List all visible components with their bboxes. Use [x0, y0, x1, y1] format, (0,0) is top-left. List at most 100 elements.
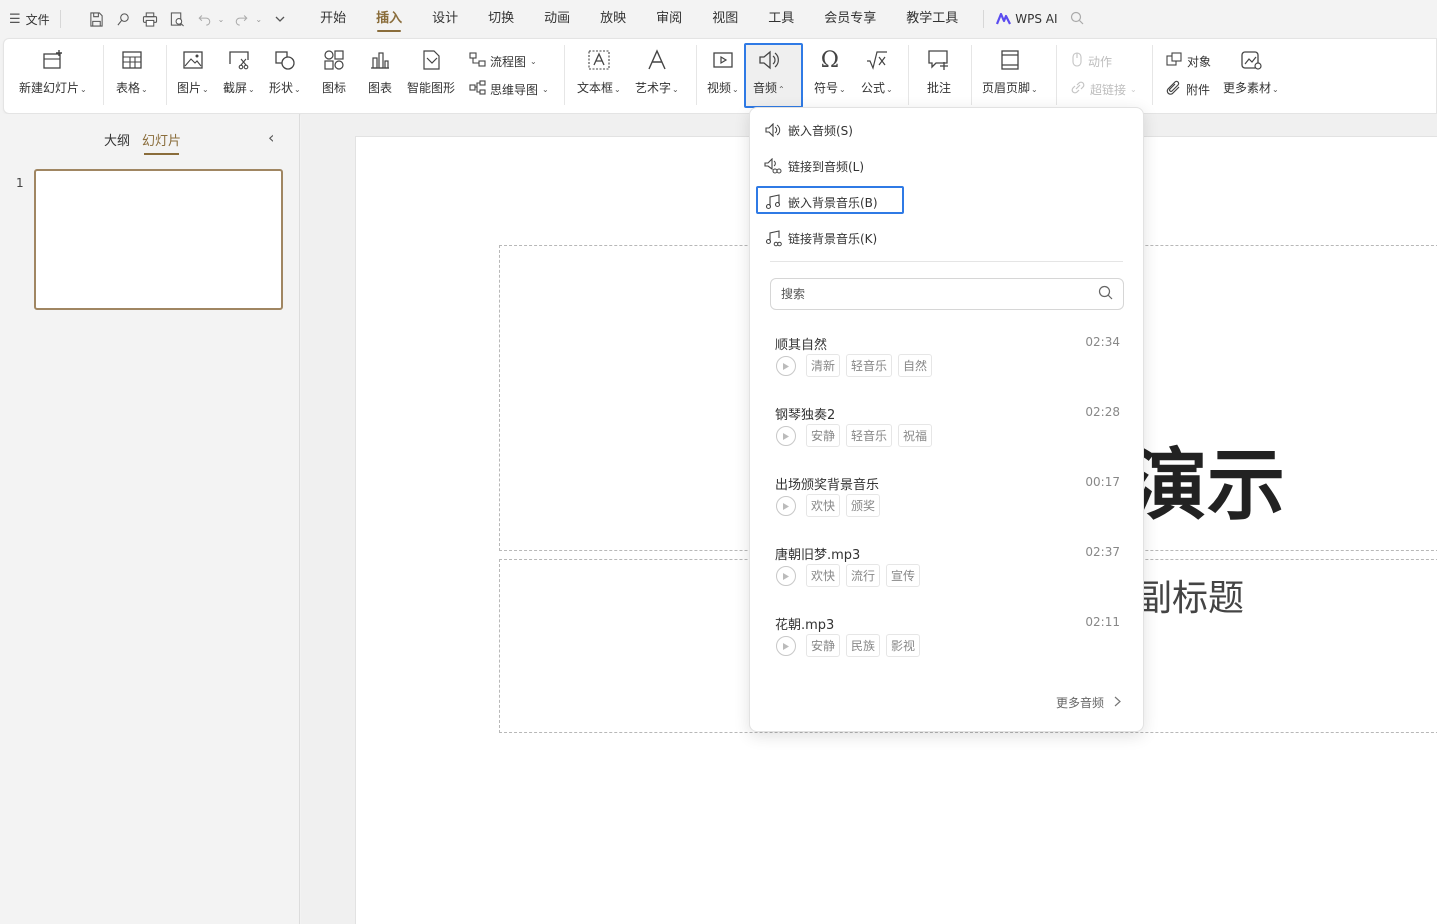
audio-track-item[interactable]: 顺其自然 02:34 清新 轻音乐 自然 [774, 334, 1120, 394]
action-button[interactable]: 动作 [1070, 52, 1112, 70]
track-tag[interactable]: 安静 [806, 424, 841, 447]
menu-item-link-bg-music[interactable]: 链接背景音乐(K) [764, 226, 877, 250]
formula-button[interactable]: 公式⌄ [861, 47, 893, 96]
audio-button[interactable]: 音频⌃ [753, 47, 785, 96]
tab-tools[interactable]: 工具 [753, 0, 809, 38]
omega-icon: Ω [820, 47, 839, 73]
track-tag[interactable]: 欢快 [806, 494, 841, 517]
search-icon[interactable] [1098, 285, 1113, 303]
play-icon[interactable] [776, 496, 796, 516]
track-tag[interactable]: 自然 [898, 354, 933, 377]
chevron-down-icon: ⌄ [1031, 85, 1038, 94]
search-icon[interactable] [1070, 11, 1084, 28]
comment-button[interactable]: 批注 [926, 47, 952, 96]
attachment-button[interactable]: 附件 [1166, 80, 1210, 98]
tab-design[interactable]: 设计 [417, 0, 473, 38]
play-icon[interactable] [776, 426, 796, 446]
picture-button[interactable]: 图片⌄ [177, 47, 209, 96]
slide-thumbnail[interactable] [34, 169, 283, 310]
hyperlink-label: 超链接 [1090, 82, 1127, 97]
chevron-down-icon: ⌄ [80, 85, 87, 94]
symbol-button[interactable]: Ω 符号⌄ [814, 47, 846, 96]
track-tag[interactable]: 轻音乐 [846, 424, 893, 447]
track-tag[interactable]: 清新 [806, 354, 841, 377]
slide-panel: 大纲 幻灯片 ‹ 1 [0, 114, 300, 924]
print-preview-icon[interactable] [168, 10, 187, 29]
embed-bg-music-label: 嵌入背景音乐(B) [788, 195, 878, 210]
tab-home[interactable]: 开始 [305, 0, 361, 38]
hyperlink-button[interactable]: 超链接 ⌄ [1070, 80, 1137, 98]
audio-track-item[interactable]: 出场颁奖背景音乐 00:17 欢快 颁奖 [774, 474, 1120, 534]
audio-track-item[interactable]: 花朝.mp3 02:11 安静 民族 影视 [774, 614, 1120, 674]
track-tag[interactable]: 安静 [806, 634, 841, 657]
play-icon[interactable] [776, 566, 796, 586]
play-icon[interactable] [776, 636, 796, 656]
collapse-panel-icon[interactable]: ‹ [268, 128, 274, 147]
header-footer-button[interactable]: 页眉页脚⌄ [982, 47, 1038, 96]
flowchart-label: 流程图 [490, 54, 527, 69]
track-tag[interactable]: 欢快 [806, 564, 841, 587]
file-menu-button[interactable]: ☰ 文件 [0, 0, 50, 38]
textbox-icon [586, 47, 612, 73]
track-tag[interactable]: 颁奖 [846, 494, 881, 517]
track-tag[interactable]: 影视 [886, 634, 921, 657]
audio-track-item[interactable]: 唐朝旧梦.mp3 02:37 欢快 流行 宣传 [774, 544, 1120, 604]
customize-toolbar-icon[interactable] [270, 10, 289, 29]
menu-item-link-audio[interactable]: 链接到音频(L) [764, 154, 864, 178]
redo-icon[interactable] [232, 10, 251, 29]
screenshot-button[interactable]: 截屏⌄ [223, 47, 255, 96]
audio-search-input[interactable] [781, 287, 1098, 301]
header-footer-label: 页眉页脚 [982, 81, 1031, 95]
export-icon[interactable] [114, 10, 133, 29]
object-button[interactable]: 对象 [1166, 52, 1211, 70]
mindmap-button[interactable]: 思维导图 ⌄ [469, 80, 549, 98]
shape-button[interactable]: 形状⌄ [269, 47, 301, 96]
save-icon[interactable] [87, 10, 106, 29]
tab-insert[interactable]: 插入 [361, 0, 417, 38]
tab-animations[interactable]: 动画 [529, 0, 585, 38]
tab-slideshow[interactable]: 放映 [585, 0, 641, 38]
track-tag[interactable]: 轻音乐 [846, 354, 893, 377]
table-button[interactable]: 表格⌄ [116, 47, 148, 96]
track-tag[interactable]: 宣传 [886, 564, 921, 587]
play-icon[interactable] [776, 356, 796, 376]
tab-transitions[interactable]: 切换 [473, 0, 529, 38]
track-tag[interactable]: 民族 [846, 634, 881, 657]
icon-button[interactable]: 图标 [321, 47, 347, 96]
tab-member[interactable]: 会员专享 [809, 0, 891, 38]
chevron-down-icon: ⌄ [202, 85, 209, 94]
quick-access-toolbar: ⌄ ⌄ [87, 10, 289, 29]
tab-teaching-tools[interactable]: 教学工具 [891, 0, 973, 38]
wps-ai-button[interactable]: WPS AI [996, 12, 1058, 26]
menu-item-embed-audio[interactable]: 嵌入音频(S) [764, 118, 853, 142]
track-name: 出场颁奖背景音乐 [775, 478, 880, 493]
more-material-button[interactable]: 更多素材⌄ [1223, 47, 1279, 96]
chevron-down-icon[interactable]: ⌄ [218, 15, 225, 24]
menu-item-embed-bg-music[interactable]: 嵌入背景音乐(B) [764, 190, 878, 214]
print-icon[interactable] [141, 10, 160, 29]
more-audio-link[interactable]: 更多音频 [1056, 694, 1121, 711]
smart-graphic-button[interactable]: 智能图形 [407, 47, 455, 96]
audio-track-item[interactable]: 钢琴独奏2 02:28 安静 轻音乐 祝福 [774, 404, 1120, 464]
new-slide-button[interactable]: 新建幻灯片⌄ [19, 47, 87, 96]
chart-button[interactable]: 图表 [367, 47, 393, 96]
audio-search-box[interactable] [770, 278, 1124, 310]
textbox-button[interactable]: 文本框⌄ [577, 47, 621, 96]
track-duration: 02:34 [1085, 335, 1120, 349]
tab-slides[interactable]: 幻灯片 [142, 130, 181, 155]
tab-review[interactable]: 审阅 [641, 0, 697, 38]
chevron-down-icon: ⌄ [141, 85, 148, 94]
undo-icon[interactable] [195, 10, 214, 29]
object-icon [1166, 52, 1183, 70]
flowchart-button[interactable]: 流程图 ⌄ [469, 52, 537, 70]
wordart-label: 艺术字 [635, 81, 672, 95]
video-button[interactable]: 视频⌄ [707, 47, 739, 96]
wordart-button[interactable]: 艺术字⌄ [635, 47, 679, 96]
tab-outline[interactable]: 大纲 [104, 130, 130, 149]
chevron-down-icon[interactable]: ⌄ [255, 15, 262, 24]
slide-number: 1 [16, 176, 24, 190]
track-tag[interactable]: 祝福 [898, 424, 933, 447]
track-tags: 安静 轻音乐 祝福 [806, 424, 933, 447]
tab-view[interactable]: 视图 [697, 0, 753, 38]
track-tag[interactable]: 流行 [846, 564, 881, 587]
